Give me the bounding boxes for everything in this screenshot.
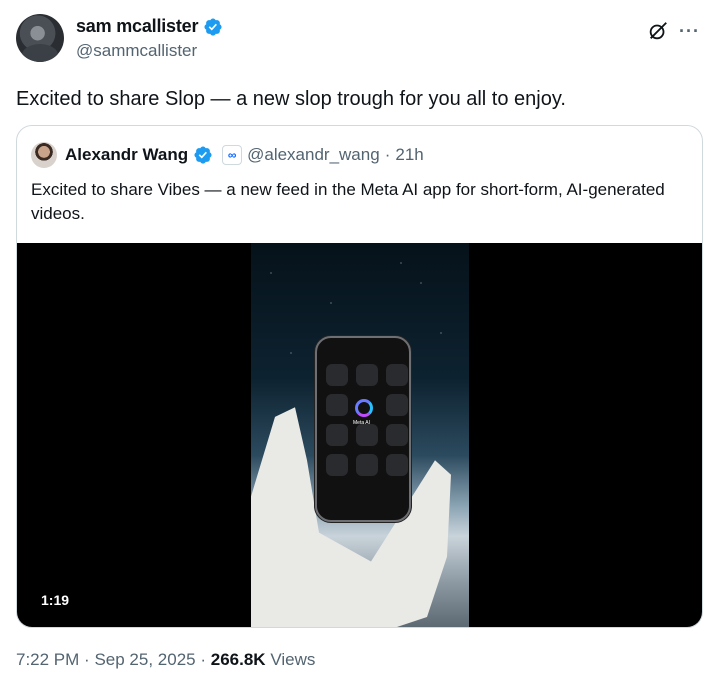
quoted-author-avatar[interactable] <box>31 142 57 168</box>
meta-ai-app-label: Meta AI <box>353 420 370 426</box>
app-tile <box>356 364 378 386</box>
tweet-footer: 7:22 PM · Sep 25, 2025 · 266.8K Views <box>16 650 315 670</box>
video-frame[interactable]: Meta AI <box>251 243 469 627</box>
quoted-author-handle[interactable]: @alexandr_wang <box>247 145 380 165</box>
meta-ai-ring-icon <box>355 399 373 417</box>
meta-affiliate-badge-icon[interactable]: ∞ <box>222 145 243 165</box>
app-tile <box>386 364 408 386</box>
quoted-video[interactable]: Meta AI 1:19 <box>17 243 702 627</box>
app-tile <box>326 424 348 446</box>
quoted-tweet-header: Alexandr Wang ∞ @alexandr_wang · 21h <box>31 142 424 168</box>
more-icon[interactable]: ··· <box>679 22 700 40</box>
post-time[interactable]: 7:22 PM <box>16 650 79 669</box>
quoted-tweet[interactable]: Alexandr Wang ∞ @alexandr_wang · 21h Exc… <box>16 125 703 628</box>
app-tile <box>386 424 408 446</box>
author-name[interactable]: sam mcallister <box>76 16 198 37</box>
post-date[interactable]: Sep 25, 2025 <box>94 650 195 669</box>
quoted-time[interactable]: 21h <box>395 145 423 165</box>
quoted-verified-badge-icon <box>194 146 212 164</box>
views-count[interactable]: 266.8K <box>211 650 266 669</box>
author-name-row: sam mcallister <box>76 16 223 37</box>
app-tile <box>386 394 408 416</box>
app-tile <box>326 394 348 416</box>
verified-badge-icon <box>204 17 222 36</box>
author-handle[interactable]: @sammcallister <box>76 41 197 61</box>
tweet-text: Excited to share Slop — a new slop troug… <box>16 88 566 110</box>
tweet-header: sam mcallister @sammcallister ··· <box>16 14 700 66</box>
header-actions: ··· <box>647 20 700 42</box>
footer-separator: · <box>84 650 90 669</box>
author-avatar[interactable] <box>16 14 64 62</box>
footer-separator: · <box>200 650 207 669</box>
app-tile <box>386 454 408 476</box>
phone-mockup: Meta AI <box>315 336 411 522</box>
app-tile <box>326 364 348 386</box>
quoted-separator: · <box>384 145 391 164</box>
grok-icon[interactable] <box>647 20 669 42</box>
app-tile <box>356 424 378 446</box>
app-tile <box>356 454 378 476</box>
quoted-author-name[interactable]: Alexandr Wang <box>65 145 188 165</box>
quoted-tweet-text: Excited to share Vibes — a new feed in t… <box>31 180 665 223</box>
app-tile <box>326 454 348 476</box>
video-duration: 1:19 <box>33 589 78 611</box>
views-label: Views <box>270 650 316 669</box>
